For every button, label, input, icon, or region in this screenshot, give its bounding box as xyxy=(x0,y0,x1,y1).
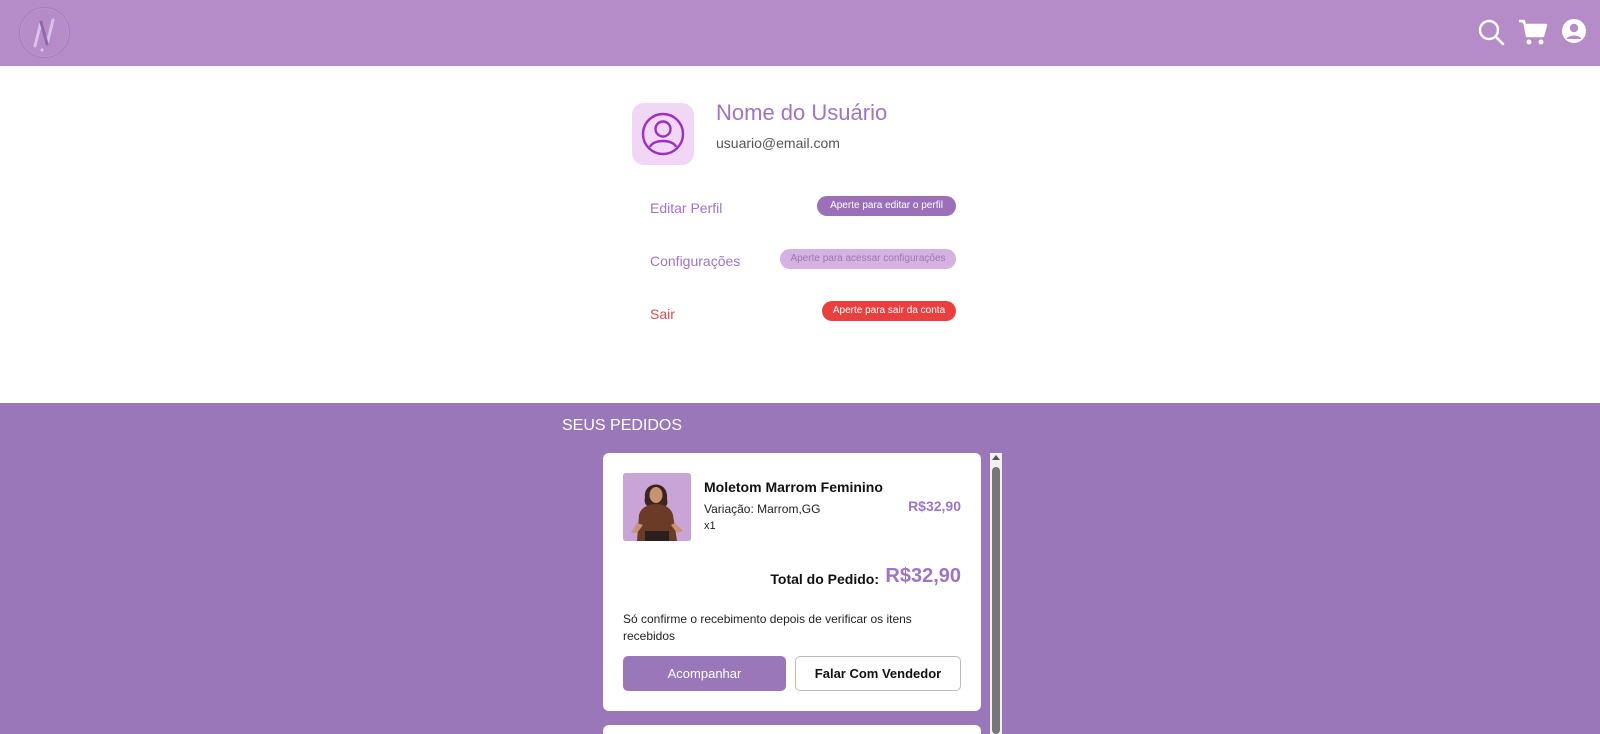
user-account-icon[interactable] xyxy=(1561,18,1587,46)
n-logo-icon[interactable] xyxy=(19,7,70,58)
scroll-thumb[interactable] xyxy=(992,467,1000,734)
menu-logout[interactable]: Sair xyxy=(650,306,675,322)
cart-icon[interactable] xyxy=(1518,18,1548,46)
product-quantity: x1 xyxy=(704,520,716,532)
user-email: usuario@email.com xyxy=(716,135,840,151)
orders-section: SEUS PEDIDOS Moletom Marrom Feminino Var… xyxy=(0,403,1600,734)
order-card: Moletom Marrom Feminino Variação: Marrom… xyxy=(603,453,981,711)
orders-title: SEUS PEDIDOS xyxy=(562,417,683,434)
product-variation: Variação: Marrom,GG xyxy=(704,502,821,516)
menu-settings[interactable]: Configurações xyxy=(650,253,740,269)
top-navbar xyxy=(0,0,1600,66)
user-avatar-icon xyxy=(632,103,694,165)
product-image[interactable] xyxy=(623,473,691,541)
track-order-button[interactable]: Acompanhar xyxy=(623,656,786,691)
logout-pill[interactable]: Aperte para sair da conta xyxy=(822,301,956,321)
search-icon[interactable] xyxy=(1477,18,1505,46)
order-card-next xyxy=(603,725,981,734)
product-price: R$32,90 xyxy=(908,498,961,514)
edit-profile-pill[interactable]: Aperte para editar o perfil xyxy=(817,196,956,216)
product-name[interactable]: Moletom Marrom Feminino xyxy=(704,479,883,495)
menu-edit-profile[interactable]: Editar Perfil xyxy=(650,200,722,216)
scroll-up-arrow-icon[interactable] xyxy=(992,455,1000,460)
receipt-notice: Só confirme o recebimento depois de veri… xyxy=(623,612,912,643)
order-total-value: R$32,90 xyxy=(885,565,961,587)
contact-seller-button[interactable]: Falar Com Vendedor xyxy=(795,656,961,691)
settings-pill[interactable]: Aperte para acessar configurações xyxy=(780,249,956,269)
user-name: Nome do Usuário xyxy=(716,100,888,125)
order-total-label: Total do Pedido: xyxy=(770,571,879,587)
orders-scrollbar[interactable] xyxy=(990,453,1002,734)
